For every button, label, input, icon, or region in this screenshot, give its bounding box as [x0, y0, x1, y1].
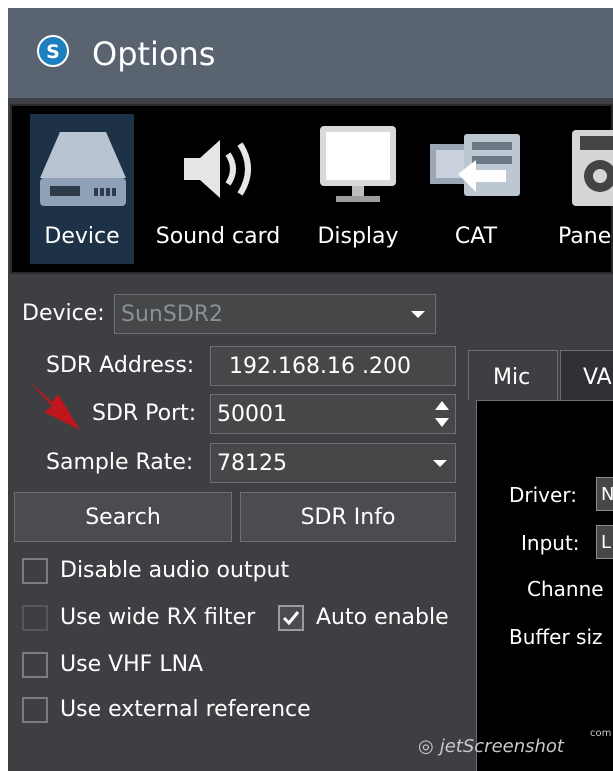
external-ref-checkbox[interactable]	[22, 697, 48, 723]
tab-mic[interactable]: Mic	[468, 350, 558, 400]
external-ref-label: Use external reference	[60, 697, 311, 722]
tool-label-device: Device	[44, 224, 120, 249]
tab-cat[interactable]: CAT	[424, 114, 528, 264]
driver-label: Driver:	[509, 483, 577, 507]
tool-label-display: Display	[317, 224, 399, 249]
input-select-value: L	[601, 532, 612, 553]
sample-rate-label: Sample Rate:	[46, 450, 194, 475]
audio-tabs: Mic VA Driver: N Input: L Channe Buffer …	[468, 350, 613, 771]
sdr-info-button-label: SDR Info	[300, 505, 396, 530]
tool-label-cat: CAT	[454, 224, 498, 249]
buffer-size-label: Buffer siz	[509, 625, 603, 649]
window-title: Options	[92, 35, 216, 73]
channel-label: Channe	[527, 577, 604, 601]
panel-icon	[572, 130, 613, 206]
auto-enable-checkbox[interactable]	[278, 605, 304, 631]
sample-rate-select[interactable]: 78125	[210, 443, 456, 483]
options-window: S Options Device Sound card Display CAT …	[8, 8, 613, 771]
tab-sound-card[interactable]: Sound card	[144, 114, 292, 264]
chevron-down-icon[interactable]	[411, 311, 425, 318]
vhf-lna-label: Use VHF LNA	[60, 652, 204, 677]
watermark: ◎ jetScreenshot com	[418, 728, 611, 757]
driver-select[interactable]: N	[596, 477, 613, 511]
mic-tab-content: Driver: N Input: L Channe Buffer siz	[476, 400, 613, 771]
sdr-port-value: 50001	[217, 402, 287, 427]
device-icon	[40, 132, 126, 206]
cat-icon	[430, 134, 520, 196]
monitor-icon	[320, 126, 396, 202]
disable-audio-checkbox[interactable]	[22, 558, 48, 584]
sdr-address-field[interactable]: 192.168.16 .200	[210, 346, 456, 386]
options-toolbar: Device Sound card Display CAT Pane	[10, 104, 613, 274]
tab-va-label: VA	[583, 365, 612, 390]
disable-audio-label: Disable audio output	[60, 558, 290, 583]
input-label: Input:	[521, 531, 580, 555]
device-select-value: SunSDR2	[121, 302, 224, 327]
driver-select-value: N	[601, 484, 613, 505]
chevron-down-icon[interactable]	[433, 460, 447, 467]
tab-mic-label: Mic	[493, 365, 531, 390]
device-select[interactable]: SunSDR2	[114, 294, 436, 334]
device-settings-panel: Device: SunSDR2 SDR Address: 192.168.16 …	[8, 278, 613, 771]
watermark-text: jetScreenshot	[439, 736, 564, 757]
auto-enable-label: Auto enable	[316, 605, 449, 630]
tab-panel[interactable]: Pane	[548, 114, 613, 264]
speaker-icon	[184, 140, 251, 198]
search-button-label: Search	[85, 505, 161, 530]
sdr-port-stepper[interactable]: 50001	[210, 394, 456, 434]
wide-rx-checkbox[interactable]	[22, 605, 48, 631]
tab-display[interactable]: Display	[308, 114, 408, 264]
checkmark-icon	[282, 611, 300, 626]
tab-device[interactable]: Device	[30, 114, 134, 264]
red-arrow-annotation-icon	[28, 380, 80, 430]
tab-va[interactable]: VA	[560, 350, 613, 400]
wide-rx-label: Use wide RX filter	[60, 605, 256, 630]
sample-rate-value: 78125	[217, 451, 287, 476]
vhf-lna-checkbox[interactable]	[22, 652, 48, 678]
device-label: Device:	[22, 301, 105, 326]
tool-label-sound-card: Sound card	[155, 224, 281, 249]
watermark-logo-icon: ◎	[418, 736, 434, 757]
watermark-sup: com	[590, 728, 612, 739]
sdr-port-label: SDR Port:	[92, 401, 197, 426]
title-bar: S Options	[8, 8, 613, 98]
input-select[interactable]: L	[596, 525, 613, 559]
sdr-address-value: 192.168.16 .200	[229, 354, 411, 379]
svg-text:S: S	[46, 41, 60, 63]
sdr-info-button[interactable]: SDR Info	[240, 492, 456, 542]
search-button[interactable]: Search	[14, 492, 232, 542]
app-logo-icon: S	[37, 35, 69, 67]
tool-label-panel: Pane	[558, 224, 612, 249]
spin-arrows-icon[interactable]	[433, 398, 451, 430]
